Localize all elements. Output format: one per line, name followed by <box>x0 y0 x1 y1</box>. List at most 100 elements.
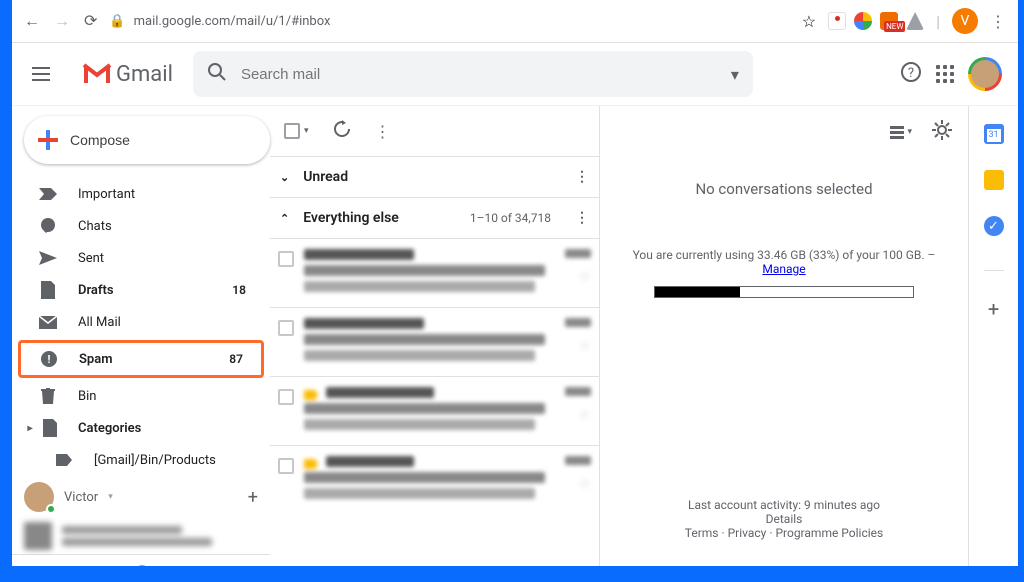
apps-launcher-icon[interactable] <box>936 65 954 83</box>
browser-window: ← → ⟳ 🔒 mail.google.com/mail/u/1/#inbox … <box>12 0 1018 566</box>
hangouts-panel: Victor ▾ + 99 <box>12 476 270 566</box>
message-list: ▾ ⋮ ⌄ Unread ⋮ ⌃ Everything else 1–10 of… <box>270 106 600 566</box>
more-icon[interactable]: ⋮ <box>375 122 391 141</box>
select-all-checkbox[interactable]: ▾ <box>284 123 309 139</box>
sidebar-item-gmail-bin-products[interactable]: [Gmail]/Bin/Products <box>12 444 270 476</box>
tasks-addon-icon[interactable]: ✓ <box>984 216 1004 236</box>
manage-storage-link[interactable]: Manage <box>762 262 805 276</box>
list-toolbar: ▾ ⋮ <box>270 106 599 156</box>
sidebar-item-spam[interactable]: ! Spam 87 <box>18 340 264 378</box>
hangouts-avatar <box>24 482 54 512</box>
search-icon <box>207 62 227 86</box>
drafts-icon <box>38 280 58 300</box>
sidebar: Compose Important Chats Sent Drafts <box>12 106 270 566</box>
importance-marker <box>304 390 318 400</box>
hangouts-tabs: 99 <box>12 554 270 566</box>
hangouts-add-icon[interactable]: + <box>248 487 258 508</box>
sidebar-item-categories[interactable]: ▸ Categories <box>12 412 270 444</box>
important-icon <box>38 184 58 204</box>
section-unread[interactable]: ⌄ Unread ⋮ <box>270 156 599 197</box>
back-icon[interactable]: ← <box>24 11 40 31</box>
split-toggle[interactable]: ▾ <box>890 126 912 139</box>
chevron-up-icon: ⌃ <box>280 212 289 225</box>
email-row[interactable]: ☆ <box>270 307 599 376</box>
privacy-link[interactable]: Privacy <box>728 526 767 540</box>
get-addons-icon[interactable]: + <box>988 297 999 321</box>
hangouts-contact[interactable] <box>12 518 270 554</box>
storage-info: You are currently using 33.46 GB (33%) o… <box>616 248 952 298</box>
sidebar-item-sent[interactable]: Sent <box>12 242 270 274</box>
sidebar-item-important[interactable]: Important <box>12 178 270 210</box>
no-conversation-label: No conversations selected <box>616 180 952 198</box>
terms-link[interactable]: Terms <box>685 526 719 540</box>
chevron-down-icon: ⌄ <box>280 171 289 184</box>
side-rail: 31 ✓ + <box>968 106 1018 566</box>
bin-icon <box>38 386 58 406</box>
search-options-icon[interactable]: ▾ <box>731 65 739 84</box>
folder-list: Important Chats Sent Drafts 18 All <box>12 178 270 476</box>
star-icon[interactable]: ☆ <box>578 407 591 423</box>
keep-addon-icon[interactable] <box>984 170 1004 190</box>
email-checkbox[interactable] <box>278 251 294 267</box>
star-icon[interactable]: ☆ <box>802 12 816 31</box>
divider: | <box>936 12 940 31</box>
url-text: mail.google.com/mail/u/1/#inbox <box>134 14 331 29</box>
ext-icon-1[interactable] <box>828 12 846 30</box>
section-menu-icon[interactable]: ⋮ <box>575 210 589 226</box>
chat-icon <box>38 216 58 236</box>
ext-icon-3[interactable]: NEW <box>880 12 898 30</box>
sidebar-item-chats[interactable]: Chats <box>12 210 270 242</box>
gmail-logo[interactable]: Gmail <box>82 62 173 87</box>
chrome-menu-icon[interactable]: ⋮ <box>990 12 1006 31</box>
main-menu-icon[interactable] <box>20 53 62 95</box>
hangouts-header[interactable]: Victor ▾ + <box>12 476 270 518</box>
section-everything-else[interactable]: ⌃ Everything else 1–10 of 34,718 ⋮ <box>270 197 599 238</box>
email-row[interactable]: ☆ <box>270 376 599 445</box>
ext-icon-4[interactable] <box>906 12 924 30</box>
hangouts-tab-icon[interactable]: 99 <box>134 565 150 566</box>
refresh-icon[interactable] <box>333 120 351 142</box>
mail-icon <box>38 312 58 332</box>
settings-icon[interactable] <box>932 120 952 144</box>
spam-icon: ! <box>39 349 59 369</box>
contacts-tab-icon[interactable] <box>90 565 106 566</box>
sent-icon <box>38 248 58 268</box>
sidebar-item-bin[interactable]: Bin <box>12 380 270 412</box>
email-checkbox[interactable] <box>278 389 294 405</box>
star-icon[interactable]: ☆ <box>578 476 591 492</box>
main-area: ▾ ⋮ ⌄ Unread ⋮ ⌃ Everything else 1–10 of… <box>270 106 1018 566</box>
email-checkbox[interactable] <box>278 320 294 336</box>
search-bar[interactable]: ▾ <box>193 51 753 97</box>
categories-icon: ▸ <box>38 418 58 438</box>
lock-icon: 🔒 <box>109 14 125 29</box>
compose-button[interactable]: Compose <box>24 116 270 164</box>
address-bar[interactable]: 🔒 mail.google.com/mail/u/1/#inbox <box>109 14 789 29</box>
chrome-profile-avatar[interactable]: V <box>952 8 978 34</box>
sidebar-item-all-mail[interactable]: All Mail <box>12 306 270 338</box>
sidebar-item-drafts[interactable]: Drafts 18 <box>12 274 270 306</box>
ext-icon-2[interactable] <box>854 12 872 30</box>
policies-link[interactable]: Programme Policies <box>775 526 883 540</box>
email-row[interactable]: ☆ <box>270 238 599 307</box>
help-icon[interactable]: ? <box>900 61 922 87</box>
gmail-body: Compose Important Chats Sent Drafts <box>12 106 1018 566</box>
email-row[interactable]: ☆ <box>270 445 599 514</box>
label-icon <box>54 450 74 470</box>
phone-tab-icon[interactable] <box>178 565 192 566</box>
detail-toolbar: ▾ <box>616 120 952 144</box>
details-link[interactable]: Details <box>766 512 803 526</box>
account-avatar[interactable] <box>968 57 1002 91</box>
plus-icon <box>38 130 58 150</box>
star-icon[interactable]: ☆ <box>578 269 591 285</box>
search-input[interactable] <box>241 66 717 83</box>
star-icon[interactable]: ☆ <box>578 338 591 354</box>
email-checkbox[interactable] <box>278 458 294 474</box>
presence-indicator <box>46 504 56 514</box>
calendar-addon-icon[interactable]: 31 <box>984 124 1004 144</box>
section-menu-icon[interactable]: ⋮ <box>575 169 589 185</box>
forward-icon[interactable]: → <box>54 11 70 31</box>
extensions: NEW <box>828 12 924 30</box>
browser-toolbar: ← → ⟳ 🔒 mail.google.com/mail/u/1/#inbox … <box>12 0 1018 43</box>
svg-text:!: ! <box>48 353 51 366</box>
reload-icon[interactable]: ⟳ <box>84 11 97 31</box>
